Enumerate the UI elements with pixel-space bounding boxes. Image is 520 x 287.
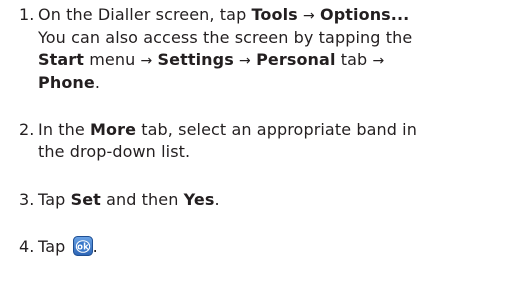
step-number: 1. (19, 5, 35, 24)
step-number: 4. (19, 237, 35, 256)
ui-term-options: Options... (320, 5, 410, 24)
step-text: Tap Set and then Yes. (38, 189, 516, 211)
ui-term-set: Set (70, 190, 101, 209)
arrow-icon: → (372, 53, 385, 69)
step-line: In the More tab, select an appropriate b… (38, 120, 417, 139)
step-line: the drop-down list. (38, 142, 191, 161)
ui-term-settings: Settings (157, 50, 234, 69)
ui-term-yes: Yes (183, 190, 215, 209)
step-line: Tap Set and then Yes. (38, 190, 220, 209)
step-number: 3. (19, 190, 35, 209)
step-text: On the Dialler screen, tap Tools → Optio… (38, 4, 516, 94)
step-line: Tap ok . (38, 236, 98, 256)
ok-icon: ok (72, 236, 93, 256)
ui-term-personal: Personal (256, 50, 336, 69)
arrow-icon: → (302, 8, 315, 24)
step-line: Phone. (38, 73, 101, 92)
svg-text:ok: ok (77, 243, 89, 253)
step-line: Start menu → Settings → Personal tab → (38, 50, 385, 69)
arrow-icon: → (239, 53, 251, 69)
step-text: Tap ok . (38, 236, 516, 258)
step-text: In the More tab, select an appropriate b… (38, 119, 516, 163)
ui-term-more: More (90, 120, 137, 139)
ui-term-tools: Tools (251, 5, 298, 24)
arrow-icon: → (140, 53, 153, 69)
ui-term-start: Start (38, 50, 85, 69)
ui-term-phone: Phone (38, 73, 95, 92)
step-line: You can also access the screen by tappin… (38, 28, 413, 47)
step-number: 2. (19, 120, 35, 139)
step-line: On the Dialler screen, tap Tools → Optio… (38, 5, 410, 24)
instruction-steps: 1. On the Dialler screen, tap Tools → Op… (0, 0, 520, 287)
